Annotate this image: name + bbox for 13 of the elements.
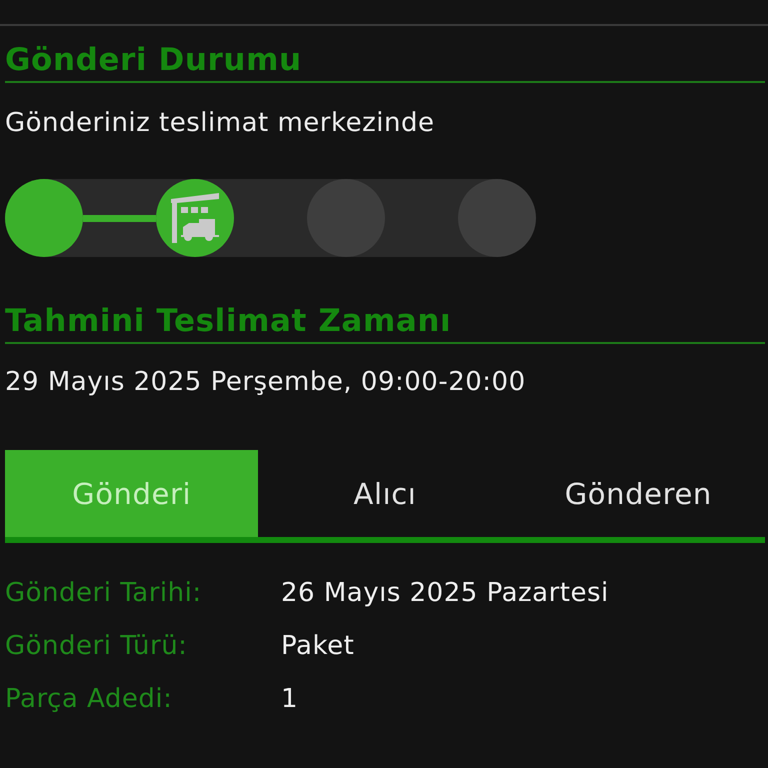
section-title: Gönderi Durumu <box>5 42 765 83</box>
detail-label: Parça Adedi: <box>5 683 174 715</box>
detail-value: 1 <box>281 683 300 715</box>
detail-label: Gönderi Türü: <box>5 630 188 662</box>
section-title: Tahmini Teslimat Zamanı <box>5 303 765 344</box>
detail-label: Gönderi Tarihi: <box>5 577 203 609</box>
detail-value: Paket <box>281 630 356 662</box>
delivery-time: 29 Mayıs 2025 Perşembe, 09:00-20:00 <box>5 366 527 398</box>
warehouse-truck-icon <box>169 193 221 243</box>
status-message: Gönderiniz teslimat merkezinde <box>5 107 436 139</box>
tab[interactable]: Gönderen <box>512 450 765 537</box>
detail-value: 26 Mayıs 2025 Pazartesi <box>281 577 610 609</box>
tab[interactable]: Alıcı <box>258 450 512 537</box>
